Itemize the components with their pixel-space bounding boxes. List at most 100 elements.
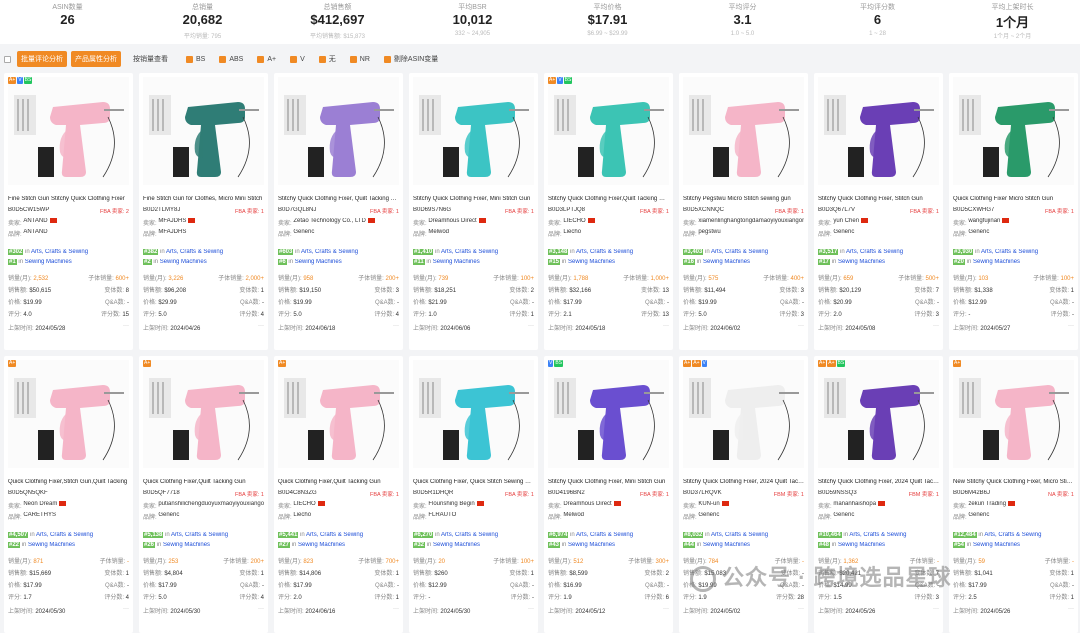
asin[interactable]: B0D5XCNNQC xyxy=(683,207,724,215)
asin[interactable]: B0D69S7N6G xyxy=(413,207,451,215)
checkbox[interactable] xyxy=(383,55,391,63)
seller-name[interactable]: yun Chen xyxy=(833,218,859,227)
asin[interactable]: B0D37LRQVK xyxy=(683,490,722,498)
filter-item[interactable]: ABS xyxy=(219,54,243,64)
brand-name[interactable]: Generic xyxy=(293,229,314,238)
checkbox[interactable] xyxy=(318,55,326,63)
product-title[interactable]: Quick Clothing Fixer,Quilt Tacking Gun xyxy=(278,479,399,485)
rank-main[interactable]: #302 in Arts, Crafts & Sewing xyxy=(8,249,129,255)
more-button[interactable]: ··· xyxy=(798,323,804,332)
rank-sub[interactable]: #1 in Sewing Machines xyxy=(8,259,129,265)
product-title[interactable]: New Stitchy Quick Clothing Fixer, Micro … xyxy=(953,479,1074,485)
product-title[interactable]: Stitchy Pegstwu Micro Stitch sewing gun xyxy=(683,196,804,202)
rank-sub[interactable]: #20 in Sewing Machines xyxy=(953,259,1074,265)
asin[interactable]: B0D4196BN2 xyxy=(548,490,585,498)
brand-name[interactable]: Generic xyxy=(968,229,989,238)
rank-main[interactable]: #1,410 in Arts, Crafts & Sewing xyxy=(413,249,534,255)
asin[interactable]: B0D5QF7718 xyxy=(143,490,180,498)
filter-item[interactable]: NR xyxy=(349,54,370,64)
select-all-checkbox[interactable] xyxy=(4,55,11,63)
product-card[interactable]: A+ Quick Clothing Fixer,Quilt Tacking Gu… xyxy=(274,356,403,633)
rank-sub[interactable]: #11 in Sewing Machines xyxy=(413,259,534,265)
seller-name[interactable]: ANTAND xyxy=(23,218,47,227)
asin[interactable]: B0D5CXWHG7 xyxy=(953,207,994,215)
product-title[interactable]: Fine Stitch Gun for Clothes, Micro Mini … xyxy=(143,196,264,202)
product-title[interactable]: Stitchy Quick Clothing Fixer, Mini Stitc… xyxy=(413,196,534,202)
product-title[interactable]: Stitchy Quick Clothing Fixer, 2024 Quilt… xyxy=(818,479,939,485)
more-button[interactable]: ··· xyxy=(393,606,399,615)
brand-name[interactable]: FLRAUTO xyxy=(428,512,456,521)
asin[interactable]: B0D5CW15WP xyxy=(8,207,49,215)
rank-main[interactable]: #5,441 in Arts, Crafts & Sewing xyxy=(278,532,399,538)
rank-sub[interactable]: #43 in Sewing Machines xyxy=(548,542,669,548)
more-button[interactable]: ··· xyxy=(933,606,939,615)
product-card[interactable]: A+ Quick Clothing Fixer,Stitch Gun,Quilt… xyxy=(4,356,133,633)
product-title[interactable]: Stitchy Quick Clothing Fixer,Quilt Tacki… xyxy=(548,196,669,202)
asin[interactable]: B0D6M42B6J xyxy=(953,490,990,498)
brand-name[interactable]: Melwod xyxy=(563,512,584,521)
seller-name[interactable]: Neon Dream xyxy=(23,501,57,510)
product-image-box[interactable] xyxy=(413,77,534,185)
product-image-box[interactable]: A+ V BS xyxy=(548,77,669,185)
more-button[interactable]: ··· xyxy=(528,323,534,332)
filter-item[interactable]: V xyxy=(290,54,305,64)
rank-sub[interactable]: #16 in Sewing Machines xyxy=(683,259,804,265)
asin[interactable]: B0D5QN5QKF xyxy=(8,490,48,496)
rank-main[interactable]: #8,032 in Arts, Crafts & Sewing xyxy=(683,532,804,538)
rank-sub[interactable]: #48 in Sewing Machines xyxy=(818,542,939,548)
seller-name[interactable]: mananhaishopa xyxy=(833,501,876,510)
product-image-box[interactable]: A+ xyxy=(143,360,264,468)
seller-name[interactable]: xiamenlinghangtongdamaoyiyouxiangongsi xyxy=(698,218,804,227)
brand-name[interactable]: MFAJDHS xyxy=(158,229,186,238)
rank-sub[interactable]: #26 in Sewing Machines xyxy=(143,542,264,548)
seller-name[interactable]: zekun Trading xyxy=(968,501,1006,510)
product-title[interactable]: Stitchy Quick Clothing Fixer, Mini Stitc… xyxy=(548,479,669,485)
brand-name[interactable]: CARETHYS xyxy=(23,512,56,521)
product-image-box[interactable]: A+ V BS xyxy=(8,77,129,185)
product-card[interactable]: Fine Stitch Gun for Clothes, Micro Mini … xyxy=(139,73,268,350)
brand-name[interactable]: Melwod xyxy=(428,229,449,238)
rank-main[interactable]: #3,403 in Arts, Crafts & Sewing xyxy=(683,249,804,255)
product-card[interactable]: Quick Clothing Fixer, Quick Stitch Sewin… xyxy=(409,356,538,633)
checkbox[interactable] xyxy=(219,55,227,63)
rank-main[interactable]: #5,138 in Arts, Crafts & Sewing xyxy=(143,532,264,538)
asin[interactable]: B0D3Q67L7V xyxy=(818,207,855,215)
product-card[interactable]: A+ V BS Fine Stitch Gun Stitchy Quick Clot… xyxy=(4,73,133,350)
product-title[interactable]: Quick Clothing Fixer Micro Stitch Gun xyxy=(953,196,1074,202)
rank-sub[interactable]: #44 in Sewing Machines xyxy=(683,542,804,548)
product-title[interactable]: Fine Stitch Gun Stitchy Quick Clothing F… xyxy=(8,196,129,202)
brand-name[interactable]: ANTAND xyxy=(23,229,47,238)
brand-name[interactable]: Generic xyxy=(833,229,854,238)
rank-main[interactable]: #382 in Arts, Crafts & Sewing xyxy=(143,249,264,255)
filter-item[interactable]: BS xyxy=(186,54,205,64)
rank-sub[interactable]: #22 in Sewing Machines xyxy=(8,542,129,548)
product-card[interactable]: A+ New Stitchy Quick Clothing Fixer, Mic… xyxy=(949,356,1078,633)
seller-name[interactable]: Dreamhous Direct xyxy=(428,218,476,227)
product-title[interactable]: Quick Clothing Fixer,Quilt Tacking Gun xyxy=(143,479,264,485)
rank-sub[interactable]: #27 in Sewing Machines xyxy=(278,542,399,548)
rank-main[interactable]: #12,484 in Arts, Crafts & Sewing xyxy=(953,532,1074,538)
asin[interactable]: B0D5R1DHQR xyxy=(413,490,453,498)
seller-name[interactable]: Zetao Technology Co., LTD xyxy=(293,218,365,227)
asin[interactable]: B0D3LPTJQ8 xyxy=(548,207,585,215)
product-card[interactable]: V BS Stitchy Quick Clothing Fixer, Mini S… xyxy=(544,356,673,633)
rank-main[interactable]: #3,148 in Arts, Crafts & Sewing xyxy=(548,249,669,255)
rank-main[interactable]: #3,517 in Arts, Crafts & Sewing xyxy=(818,249,939,255)
product-image-box[interactable]: A+ A+ V xyxy=(683,360,804,468)
product-card[interactable]: Quick Clothing Fixer Micro Stitch Gun B0… xyxy=(949,73,1078,350)
rank-main[interactable]: #603 in Arts, Crafts & Sewing xyxy=(278,249,399,255)
more-button[interactable]: ··· xyxy=(798,606,804,615)
filter-item[interactable]: 无 xyxy=(318,54,336,64)
more-button[interactable]: ··· xyxy=(393,323,399,332)
product-image-box[interactable] xyxy=(683,77,804,185)
rank-main[interactable]: #6,270 in Arts, Crafts & Sewing xyxy=(413,532,534,538)
seller-name[interactable]: KUN-un xyxy=(698,501,719,510)
brand-name[interactable]: Generic xyxy=(698,512,719,521)
asin[interactable]: B0D2TLMY8J xyxy=(143,207,180,215)
more-button[interactable]: ··· xyxy=(528,606,534,615)
more-button[interactable]: ··· xyxy=(258,323,264,332)
product-image-box[interactable] xyxy=(413,360,534,468)
brand-name[interactable]: Generic xyxy=(158,512,179,521)
product-image-box[interactable]: A+ xyxy=(8,360,129,468)
more-button[interactable]: ··· xyxy=(1068,606,1074,615)
